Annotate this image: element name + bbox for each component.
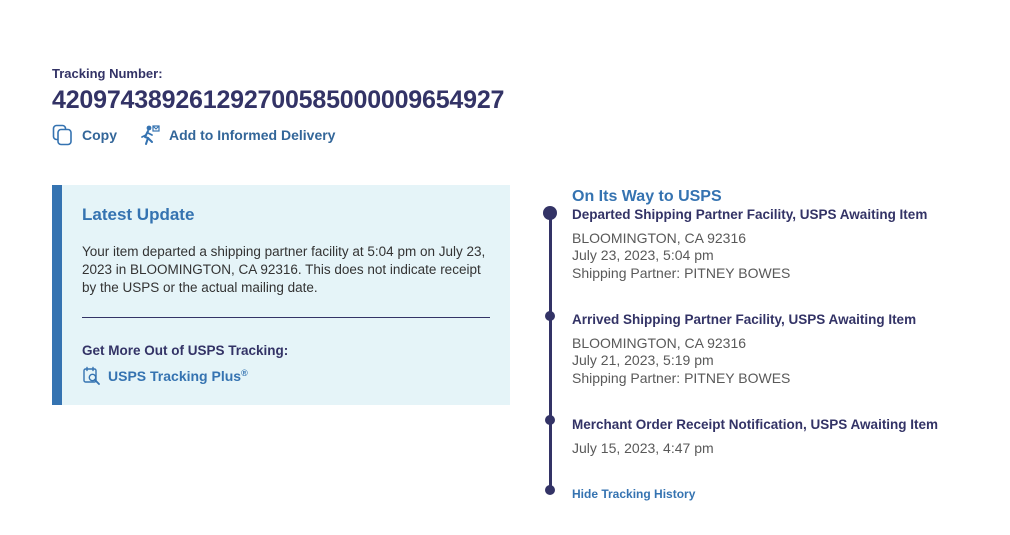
event-title: Departed Shipping Partner Facility, USPS…: [572, 207, 928, 222]
get-more-label: Get More Out of USPS Tracking:: [82, 343, 289, 358]
tracking-plus-icon: [82, 366, 102, 386]
timeline-dot: [545, 311, 555, 321]
add-to-informed-delivery-button[interactable]: Add to Informed Delivery: [139, 124, 335, 146]
informed-delivery-icon: [139, 124, 161, 146]
copy-button[interactable]: Copy: [52, 124, 117, 146]
timeline-dot: [545, 415, 555, 425]
informed-delivery-label: Add to Informed Delivery: [169, 127, 336, 143]
tracking-number-label: Tracking Number:: [52, 66, 163, 81]
divider: [82, 317, 490, 318]
event-location: BLOOMINGTON, CA 92316: [572, 230, 747, 246]
latest-update-panel: Latest Update Your item departed a shipp…: [52, 185, 510, 405]
copy-icon: [52, 124, 74, 146]
tracking-actions: Copy Add to Informed Delivery: [52, 124, 335, 146]
tracking-number: 420974389261292700585000009654927: [52, 86, 505, 114]
latest-update-title: Latest Update: [82, 205, 195, 224]
event-datetime: July 21, 2023, 5:19 pm: [572, 352, 714, 368]
timeline-line: [549, 212, 552, 490]
registered-mark: ®: [241, 368, 248, 378]
latest-update-text: Your item departed a shipping partner fa…: [82, 244, 486, 295]
event-title: Merchant Order Receipt Notification, USP…: [572, 417, 939, 432]
event-title: Arrived Shipping Partner Facility, USPS …: [572, 312, 917, 327]
event-datetime: July 15, 2023, 4:47 pm: [572, 440, 714, 456]
event-partner: Shipping Partner: PITNEY BOWES: [572, 370, 791, 386]
event-partner: Shipping Partner: PITNEY BOWES: [572, 265, 791, 281]
hide-tracking-history-link[interactable]: Hide Tracking History: [572, 487, 695, 501]
timeline-dot-current: [543, 206, 557, 220]
tracking-plus-label: USPS Tracking Plus: [108, 368, 242, 384]
timeline-dot: [545, 485, 555, 495]
status-heading: On Its Way to USPS: [572, 188, 722, 205]
copy-label: Copy: [82, 127, 117, 143]
event-location: BLOOMINGTON, CA 92316: [572, 335, 747, 351]
usps-tracking-plus-link[interactable]: USPS Tracking Plus ®: [82, 366, 248, 386]
event-datetime: July 23, 2023, 5:04 pm: [572, 247, 714, 263]
